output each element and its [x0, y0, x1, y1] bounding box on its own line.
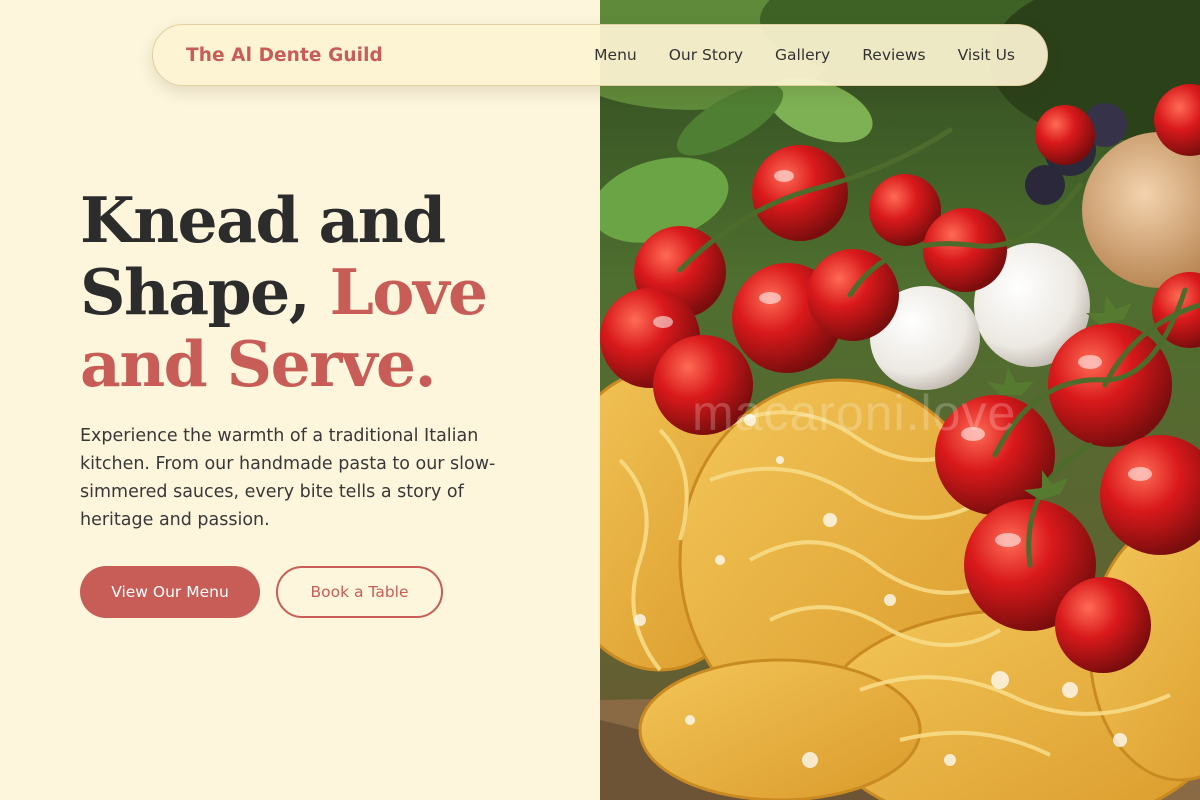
nav-link-menu[interactable]: Menu	[594, 46, 637, 64]
hero-description: Experience the warmth of a traditional I…	[80, 426, 496, 530]
nav-links: Menu Our Story Gallery Reviews Visit Us	[594, 46, 1015, 64]
book-table-button[interactable]: Book a Table	[276, 566, 443, 618]
brand-logo-text[interactable]: The Al Dente Guild	[186, 45, 383, 66]
nav-link-reviews[interactable]: Reviews	[862, 46, 925, 64]
nav-link-visit-us[interactable]: Visit Us	[958, 46, 1015, 64]
hero-photo: macaroni.love	[600, 0, 1200, 800]
navbar: The Al Dente Guild Menu Our Story Galler…	[152, 24, 1048, 86]
view-menu-button[interactable]: View Our Menu	[80, 566, 260, 618]
image-watermark: macaroni.love	[692, 385, 1017, 441]
nav-link-gallery[interactable]: Gallery	[775, 46, 830, 64]
hero-headline: Knead and Shape, Love and Serve.	[80, 184, 580, 400]
nav-link-our-story[interactable]: Our Story	[669, 46, 743, 64]
